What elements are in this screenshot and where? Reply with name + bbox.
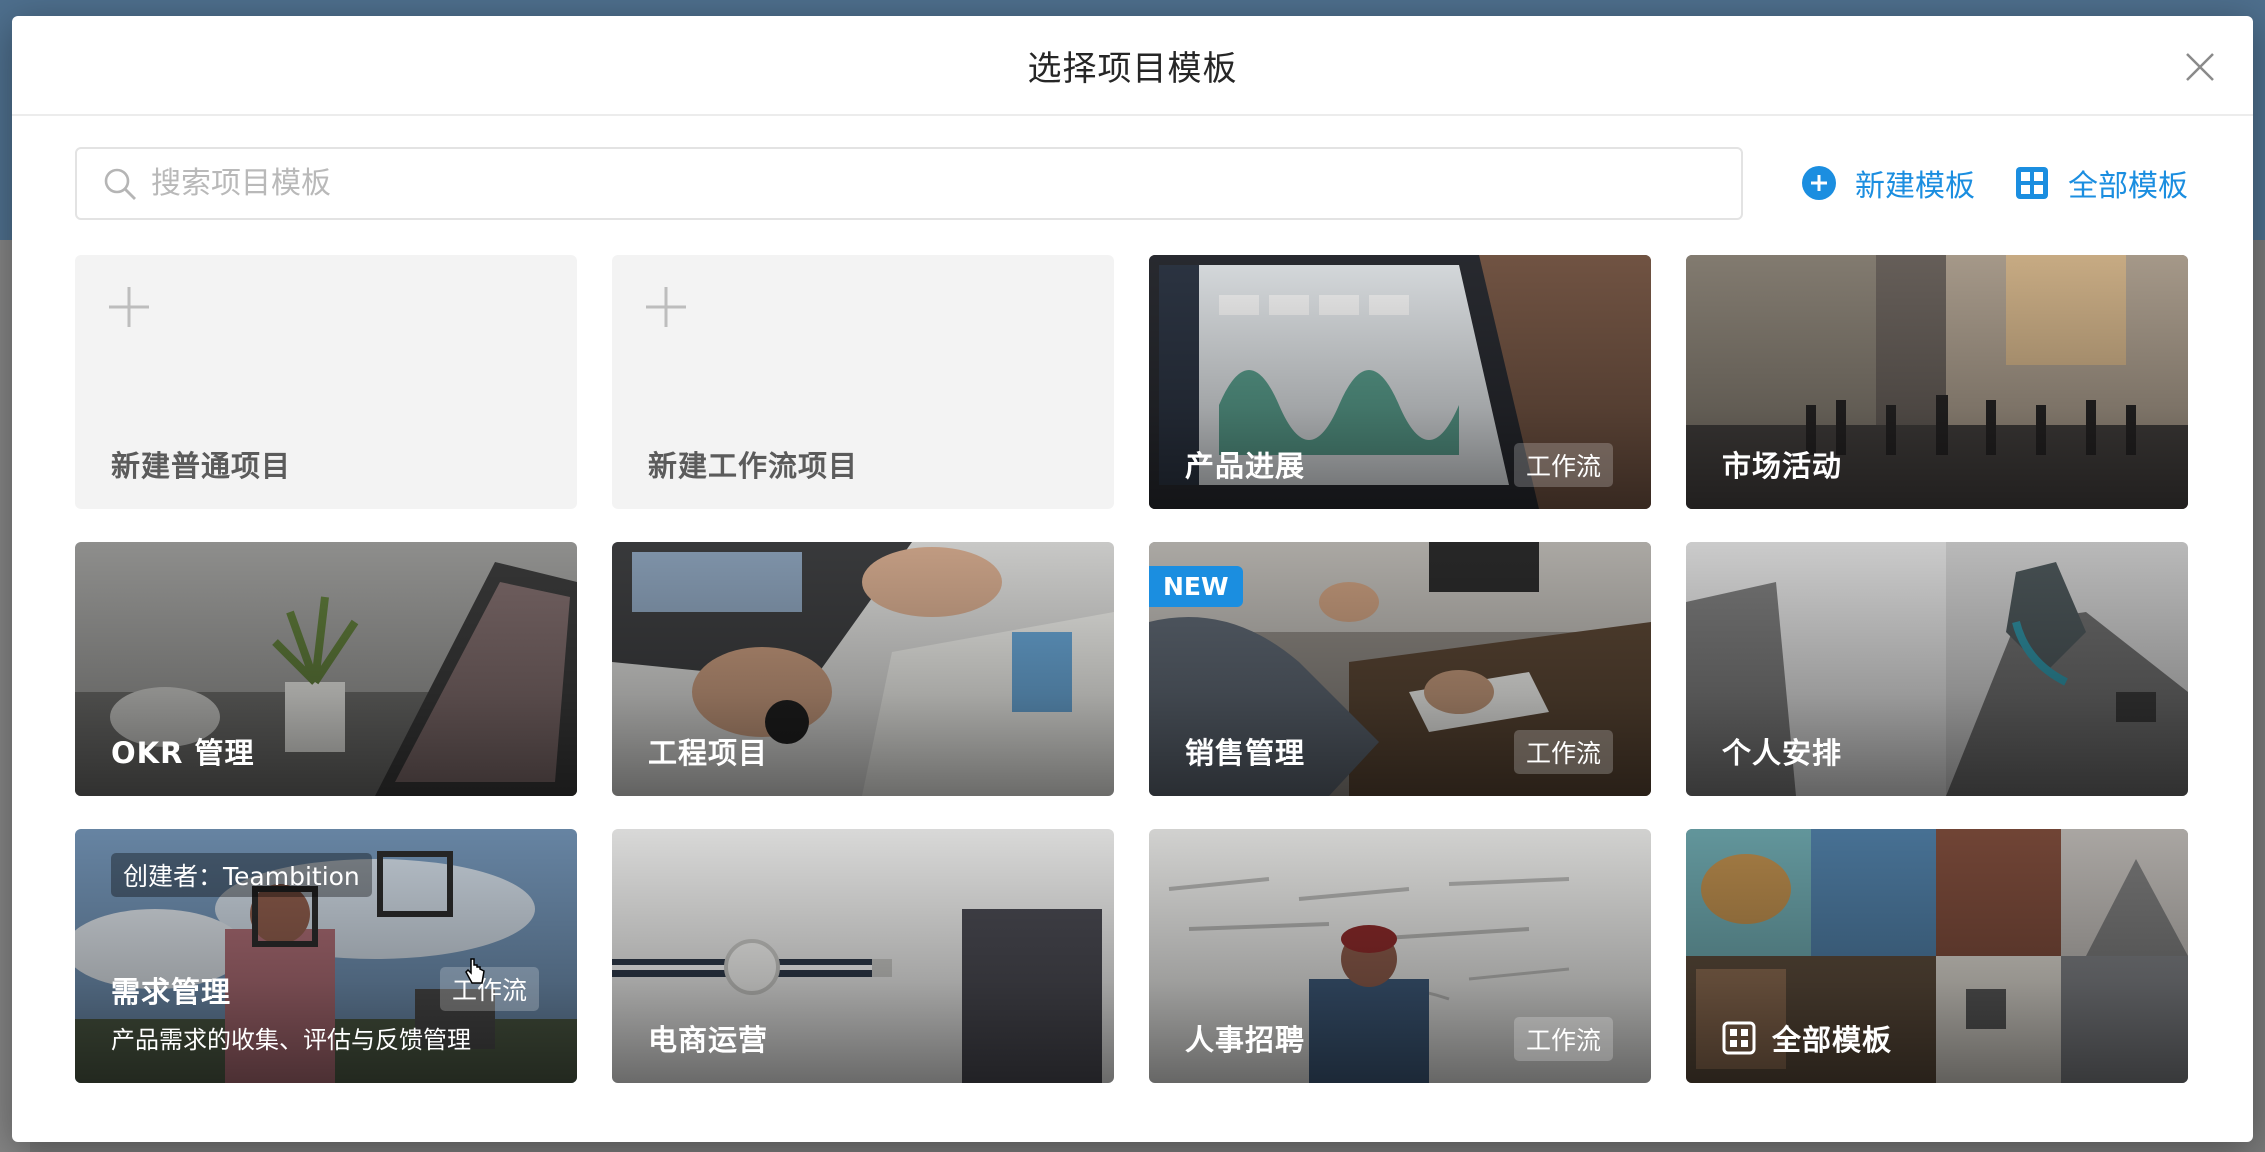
modal-title: 选择项目模板 [1027, 48, 1238, 89]
hand-cursor-icon [465, 958, 485, 984]
toolbar: 新建模板 全部模板 [75, 147, 2205, 220]
all-templates-label: 全部模板 [2068, 169, 2188, 204]
workflow-badge: 工作流 [439, 967, 539, 1011]
workflow-badge: 工作流 [1513, 730, 1613, 774]
card-title: 需求管理 [111, 975, 232, 1009]
card-title: 全部模板 [1722, 1017, 1892, 1059]
card-title: 销售管理 [1185, 736, 1306, 770]
card-title: 个人安排 [1722, 736, 1843, 770]
template-card-ecommerce[interactable]: 电商运营 [612, 829, 1114, 1083]
template-grid: 新建普通项目 新建工作流项目 产品进展 工作流 市场活动 OKR 管理 工程项目… [75, 255, 2205, 1105]
plus-circle-icon [1802, 166, 1836, 200]
card-title: 人事招聘 [1185, 1023, 1306, 1057]
card-description: 产品需求的收集、评估与反馈管理 [111, 1026, 471, 1054]
new-normal-project-card[interactable]: 新建普通项目 [75, 255, 577, 509]
modal-header: 选择项目模板 [12, 16, 2253, 116]
template-card-engineering[interactable]: 工程项目 [612, 542, 1114, 796]
card-title: 电商运营 [648, 1023, 769, 1057]
template-picker-modal: 选择项目模板 新建模板 [12, 16, 2253, 1142]
search-box[interactable] [75, 147, 1743, 220]
template-card-marketing[interactable]: 市场活动 [1686, 255, 2188, 509]
card-title: 新建普通项目 [111, 449, 292, 483]
template-card-personal[interactable]: 个人安排 [1686, 542, 2188, 796]
search-input[interactable] [151, 166, 1711, 201]
workflow-badge: 工作流 [1513, 1017, 1613, 1061]
all-templates-card[interactable]: 全部模板 [1686, 829, 2188, 1083]
card-title: 市场活动 [1722, 449, 1843, 483]
card-title: 新建工作流项目 [648, 449, 859, 483]
card-title: OKR 管理 [111, 736, 255, 770]
all-templates-card-label: 全部模板 [1772, 1023, 1893, 1057]
plus-icon [109, 287, 149, 327]
template-card-requirements[interactable]: 创建者：Teambition 需求管理 工作流 产品需求的收集、评估与反馈管理 [75, 829, 577, 1083]
creator-label: 创建者：Teambition [111, 853, 372, 897]
plus-icon [646, 287, 686, 327]
grid-icon [2016, 167, 2048, 199]
template-card-product-progress[interactable]: 产品进展 工作流 [1149, 255, 1651, 509]
all-templates-button[interactable]: 全部模板 [2014, 161, 2188, 205]
search-icon [104, 168, 136, 200]
new-template-label: 新建模板 [1855, 169, 1975, 204]
card-title: 产品进展 [1185, 449, 1306, 483]
grid-icon [1722, 1021, 1756, 1055]
close-button[interactable] [2181, 48, 2219, 86]
workflow-badge: 工作流 [1513, 443, 1613, 487]
template-card-sales[interactable]: NEW 销售管理 工作流 [1149, 542, 1651, 796]
close-icon [2186, 53, 2214, 81]
card-title: 工程项目 [648, 736, 769, 770]
new-badge: NEW [1149, 566, 1243, 607]
new-template-button[interactable]: 新建模板 [1801, 161, 1975, 205]
template-card-recruiting[interactable]: 人事招聘 工作流 [1149, 829, 1651, 1083]
new-workflow-project-card[interactable]: 新建工作流项目 [612, 255, 1114, 509]
template-card-okr[interactable]: OKR 管理 [75, 542, 577, 796]
